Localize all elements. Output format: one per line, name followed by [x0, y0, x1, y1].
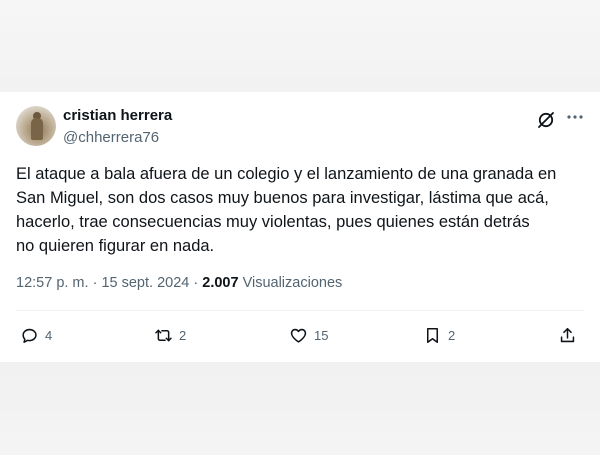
- avatar-figure: [31, 118, 43, 140]
- meta-separator: ·: [193, 275, 199, 291]
- tweet-text: El ataque a bala afuera de un colegio y …: [16, 162, 586, 258]
- repost-count: 2: [179, 327, 187, 343]
- bookmark-count: 2: [448, 327, 456, 343]
- tweet-text-line: El ataque a bala afuera de un colegio y …: [16, 165, 557, 183]
- reply-button[interactable]: 4: [20, 325, 52, 345]
- tweet-time[interactable]: 12:57 p. m.: [16, 275, 89, 291]
- like-button[interactable]: 15: [289, 325, 328, 345]
- avatar[interactable]: [16, 106, 56, 146]
- author-handle[interactable]: @chherrera76: [63, 129, 159, 146]
- share-button[interactable]: [558, 325, 577, 345]
- tweet-text-line: hacerlo, trae consecuencias muy violenta…: [16, 213, 530, 231]
- divider: [16, 310, 584, 311]
- like-count: 15: [314, 327, 329, 343]
- meta-separator: ·: [92, 275, 98, 291]
- grok-icon[interactable]: [536, 110, 556, 130]
- views-count: 2.007: [202, 275, 239, 291]
- bookmark-icon: [426, 327, 439, 343]
- tweet-text-line: no quieren figurar en nada.: [16, 237, 215, 255]
- reply-count: 4: [45, 327, 53, 343]
- share-icon: [560, 327, 575, 342]
- bottom-background: [0, 362, 600, 455]
- bookmark-button[interactable]: 2: [423, 325, 455, 345]
- top-background: [0, 0, 600, 92]
- tweet-meta: 12:57 p. m. · 15 sept. 2024 · 2.007 Visu…: [16, 275, 342, 291]
- tweet-date[interactable]: 15 sept. 2024: [101, 275, 189, 291]
- repost-button[interactable]: 2: [154, 325, 186, 345]
- author-name[interactable]: cristian herrera: [63, 107, 172, 124]
- reply-icon: [22, 328, 37, 343]
- repost-icon: [155, 329, 172, 341]
- tweet-card: cristian herrera @chherrera76 El ataque …: [0, 92, 600, 362]
- more-icon[interactable]: [566, 108, 584, 126]
- heart-icon: [290, 328, 307, 343]
- tweet-text-line: San Miguel, son dos casos muy buenos par…: [16, 189, 549, 207]
- views-label: Visualizaciones: [242, 275, 343, 291]
